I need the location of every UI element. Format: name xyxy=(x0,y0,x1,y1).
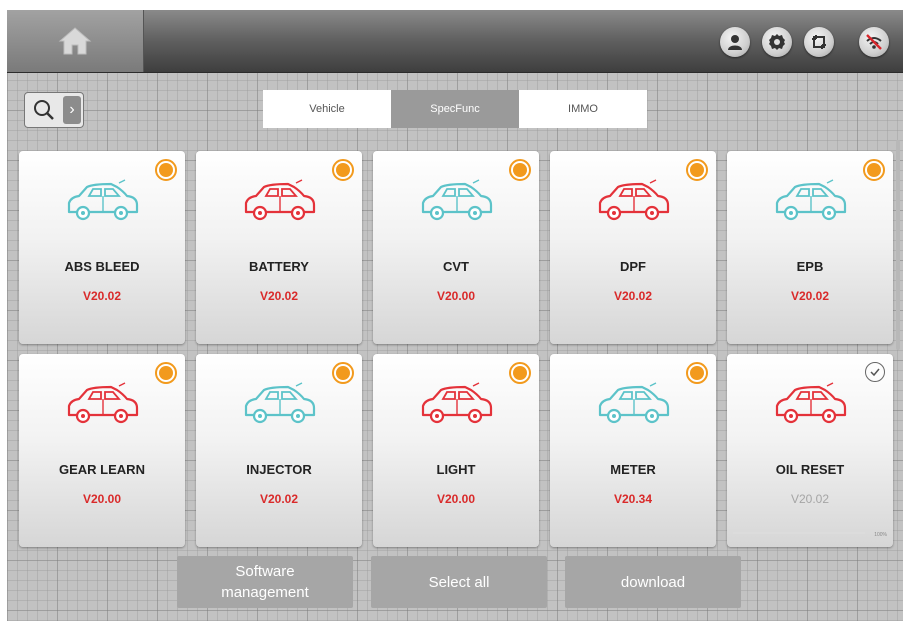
function-card[interactable]: OIL RESET V20.02 100% xyxy=(727,354,893,547)
chevron-right-icon[interactable]: › xyxy=(63,96,81,124)
function-card[interactable]: LIGHT V20.00 xyxy=(373,354,539,547)
progress-fill xyxy=(733,532,865,534)
update-badge-icon[interactable] xyxy=(686,362,708,384)
download-button[interactable]: download xyxy=(565,556,741,608)
gear-icon[interactable] xyxy=(762,27,792,57)
function-name: ABS BLEED xyxy=(64,259,140,274)
progress-percent: 100% xyxy=(874,532,887,538)
car-icon xyxy=(244,179,316,221)
version-label: V20.02 xyxy=(790,492,830,506)
home-icon xyxy=(58,27,92,55)
update-badge-icon[interactable] xyxy=(863,159,885,181)
function-name: GEAR LEARN xyxy=(59,462,145,477)
scrollbar[interactable] xyxy=(896,140,900,350)
function-card[interactable]: ABS BLEED V20.02 xyxy=(19,151,185,344)
software-management-button[interactable]: Software management xyxy=(177,556,353,608)
checkmark-icon[interactable] xyxy=(865,362,885,382)
update-badge-icon[interactable] xyxy=(332,362,354,384)
function-card[interactable]: BATTERY V20.02 xyxy=(196,151,362,344)
function-name: CVT xyxy=(443,259,469,274)
function-card[interactable]: EPB V20.02 xyxy=(727,151,893,344)
update-badge-icon[interactable] xyxy=(332,159,354,181)
version-label: V20.02 xyxy=(259,492,299,506)
function-name: METER xyxy=(610,462,656,477)
tab-specfunc[interactable]: SpecFunc xyxy=(391,90,519,128)
update-badge-icon[interactable] xyxy=(509,362,531,384)
function-card[interactable]: INJECTOR V20.02 xyxy=(196,354,362,547)
update-badge-icon[interactable] xyxy=(686,159,708,181)
app-window: › Vehicle SpecFunc IMMO ABS BLEED V20.02 B… xyxy=(7,10,903,621)
top-bar xyxy=(7,10,903,73)
car-icon xyxy=(244,382,316,424)
wifi-off-icon[interactable] xyxy=(859,27,889,57)
function-name: EPB xyxy=(796,259,824,274)
version-label: V20.34 xyxy=(613,492,653,506)
car-icon xyxy=(421,179,493,221)
version-label: V20.00 xyxy=(436,492,476,506)
car-icon xyxy=(421,382,493,424)
select-all-button[interactable]: Select all xyxy=(371,556,547,608)
version-label: V20.02 xyxy=(613,289,653,303)
car-icon xyxy=(67,179,139,221)
function-name: BATTERY xyxy=(249,259,309,274)
car-icon xyxy=(67,382,139,424)
version-label: V20.02 xyxy=(790,289,830,303)
car-icon xyxy=(775,382,847,424)
version-label: V20.00 xyxy=(436,289,476,303)
car-icon xyxy=(598,382,670,424)
update-badge-icon[interactable] xyxy=(155,362,177,384)
search-icon xyxy=(25,93,63,127)
button-label-line1: Software xyxy=(235,563,295,580)
function-card[interactable]: DPF V20.02 xyxy=(550,151,716,344)
car-icon xyxy=(598,179,670,221)
search-button[interactable]: › xyxy=(24,92,84,128)
function-card[interactable]: CVT V20.00 xyxy=(373,151,539,344)
update-badge-icon[interactable] xyxy=(155,159,177,181)
user-icon[interactable] xyxy=(720,27,750,57)
car-icon xyxy=(775,179,847,221)
version-label: V20.00 xyxy=(82,492,122,506)
function-card[interactable]: METER V20.34 xyxy=(550,354,716,547)
update-badge-icon[interactable] xyxy=(509,159,531,181)
function-name: LIGHT xyxy=(436,462,476,477)
button-label-line2: management xyxy=(221,584,309,601)
screen-capture-icon[interactable] xyxy=(804,27,834,57)
version-label: V20.02 xyxy=(82,289,122,303)
function-name: OIL RESET xyxy=(775,462,845,477)
category-tabs: Vehicle SpecFunc IMMO xyxy=(263,90,647,128)
tab-vehicle[interactable]: Vehicle xyxy=(263,90,391,128)
tab-immo[interactable]: IMMO xyxy=(519,90,647,128)
download-progress-bar xyxy=(733,532,865,534)
home-button[interactable] xyxy=(7,10,144,72)
function-name: DPF xyxy=(620,259,646,274)
function-name: INJECTOR xyxy=(246,462,312,477)
function-card[interactable]: GEAR LEARN V20.00 xyxy=(19,354,185,547)
version-label: V20.02 xyxy=(259,289,299,303)
